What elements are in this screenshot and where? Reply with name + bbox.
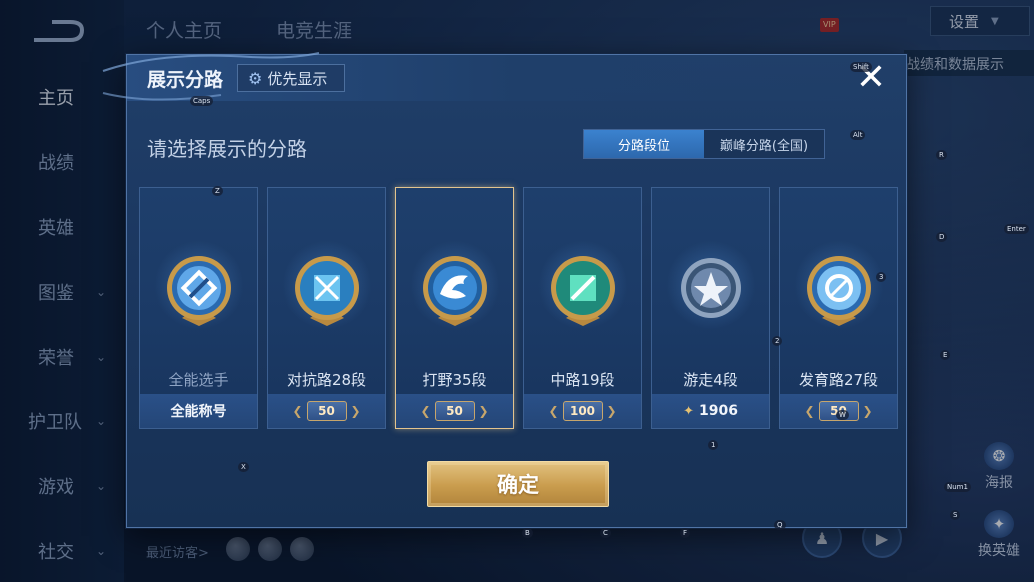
key-hint: Shift	[850, 62, 872, 72]
allround-emblem-icon	[167, 256, 231, 326]
card-name: 对抗路28段	[286, 371, 367, 389]
wing-right-icon: ❯	[862, 404, 873, 418]
lane-type-segmented-control: 分路段位 巅峰分路(全国)	[583, 129, 825, 159]
card-name: 打野35段	[422, 371, 487, 389]
key-hint: X	[238, 462, 249, 472]
modal-subtitle: 请选择展示的分路	[147, 137, 307, 161]
key-hint: W	[836, 410, 849, 420]
key-hint: Q	[774, 520, 786, 530]
key-hint: Caps	[190, 96, 214, 106]
star-count-badge: 50	[434, 401, 475, 421]
card-name: 游走4段	[683, 371, 738, 389]
tab-lane-rank[interactable]: 分路段位	[584, 130, 704, 158]
key-hint: Num1	[944, 482, 971, 492]
priority-display-label: 优先显示	[267, 69, 328, 88]
lane-card-clash[interactable]: 对抗路28段 ❮ 50 ❯	[267, 187, 386, 429]
peak-points-icon: ✦	[683, 403, 694, 419]
wing-left-icon: ❮	[804, 404, 815, 418]
lane-card-jungle[interactable]: 打野35段 ❮ 50 ❯	[395, 187, 514, 429]
card-footer: ❮ 100 ❯	[524, 394, 641, 428]
jungle-emblem-icon	[423, 256, 487, 326]
lane-card-mid[interactable]: 中路19段 ❮ 100 ❯	[523, 187, 642, 429]
farm-lane-emblem-icon	[807, 256, 871, 326]
card-name: 中路19段	[550, 371, 615, 389]
modal-title: 展示分路	[147, 69, 224, 91]
confirm-label: 确定	[497, 473, 539, 497]
key-hint: Alt	[850, 130, 866, 140]
lane-display-modal: 展示分路 ⚙ 优先显示 ✕ 请选择展示的分路 分路段位 巅峰分路(全国) 全能选…	[102, 52, 907, 528]
key-hint: B	[522, 528, 533, 538]
card-footer: 全能称号	[140, 394, 257, 428]
lane-card-farm[interactable]: 发育路27段 ❮ 50 ❯	[779, 187, 898, 429]
key-hint: F	[680, 528, 691, 538]
roam-emblem-icon	[681, 258, 741, 318]
tab-peak-lane-national[interactable]: 巅峰分路(全国)	[704, 130, 824, 158]
card-footer: ❮ 50 ❯	[396, 394, 513, 428]
card-footer-text: 全能称号	[170, 404, 227, 420]
gear-icon: ⚙	[248, 68, 263, 88]
card-footer: ❮ 50 ❯	[268, 394, 385, 428]
card-footer: ✦ 1906	[652, 394, 769, 428]
star-count-badge: 100	[562, 401, 603, 421]
key-hint: Z	[212, 186, 223, 196]
key-hint: R	[936, 150, 947, 160]
lane-card-allround[interactable]: 全能选手 全能称号	[139, 187, 258, 429]
key-hint: Enter	[1004, 224, 1029, 234]
star-count-badge: 50	[306, 401, 347, 421]
card-name: 全能选手	[168, 371, 229, 389]
card-name: 发育路27段	[798, 371, 879, 389]
mid-lane-emblem-icon	[551, 256, 615, 326]
confirm-button[interactable]: 确定	[427, 461, 609, 507]
lane-card-roam[interactable]: 游走4段 ✦ 1906	[651, 187, 770, 429]
wing-left-icon: ❮	[420, 404, 431, 418]
lane-card-list: 全能选手 全能称号 对抗路28段 ❮ 50 ❯ 打野35段 ❮ 50 ❯ 中路1…	[139, 187, 898, 431]
peak-points-value: 1906	[698, 403, 738, 419]
wing-right-icon: ❯	[606, 404, 617, 418]
clash-lane-emblem-icon	[295, 256, 359, 326]
key-hint: C	[600, 528, 611, 538]
wing-right-icon: ❯	[478, 404, 489, 418]
wing-right-icon: ❯	[350, 404, 361, 418]
priority-display-button[interactable]: ⚙ 优先显示	[237, 64, 345, 92]
wing-left-icon: ❮	[292, 404, 303, 418]
wing-left-icon: ❮	[548, 404, 559, 418]
